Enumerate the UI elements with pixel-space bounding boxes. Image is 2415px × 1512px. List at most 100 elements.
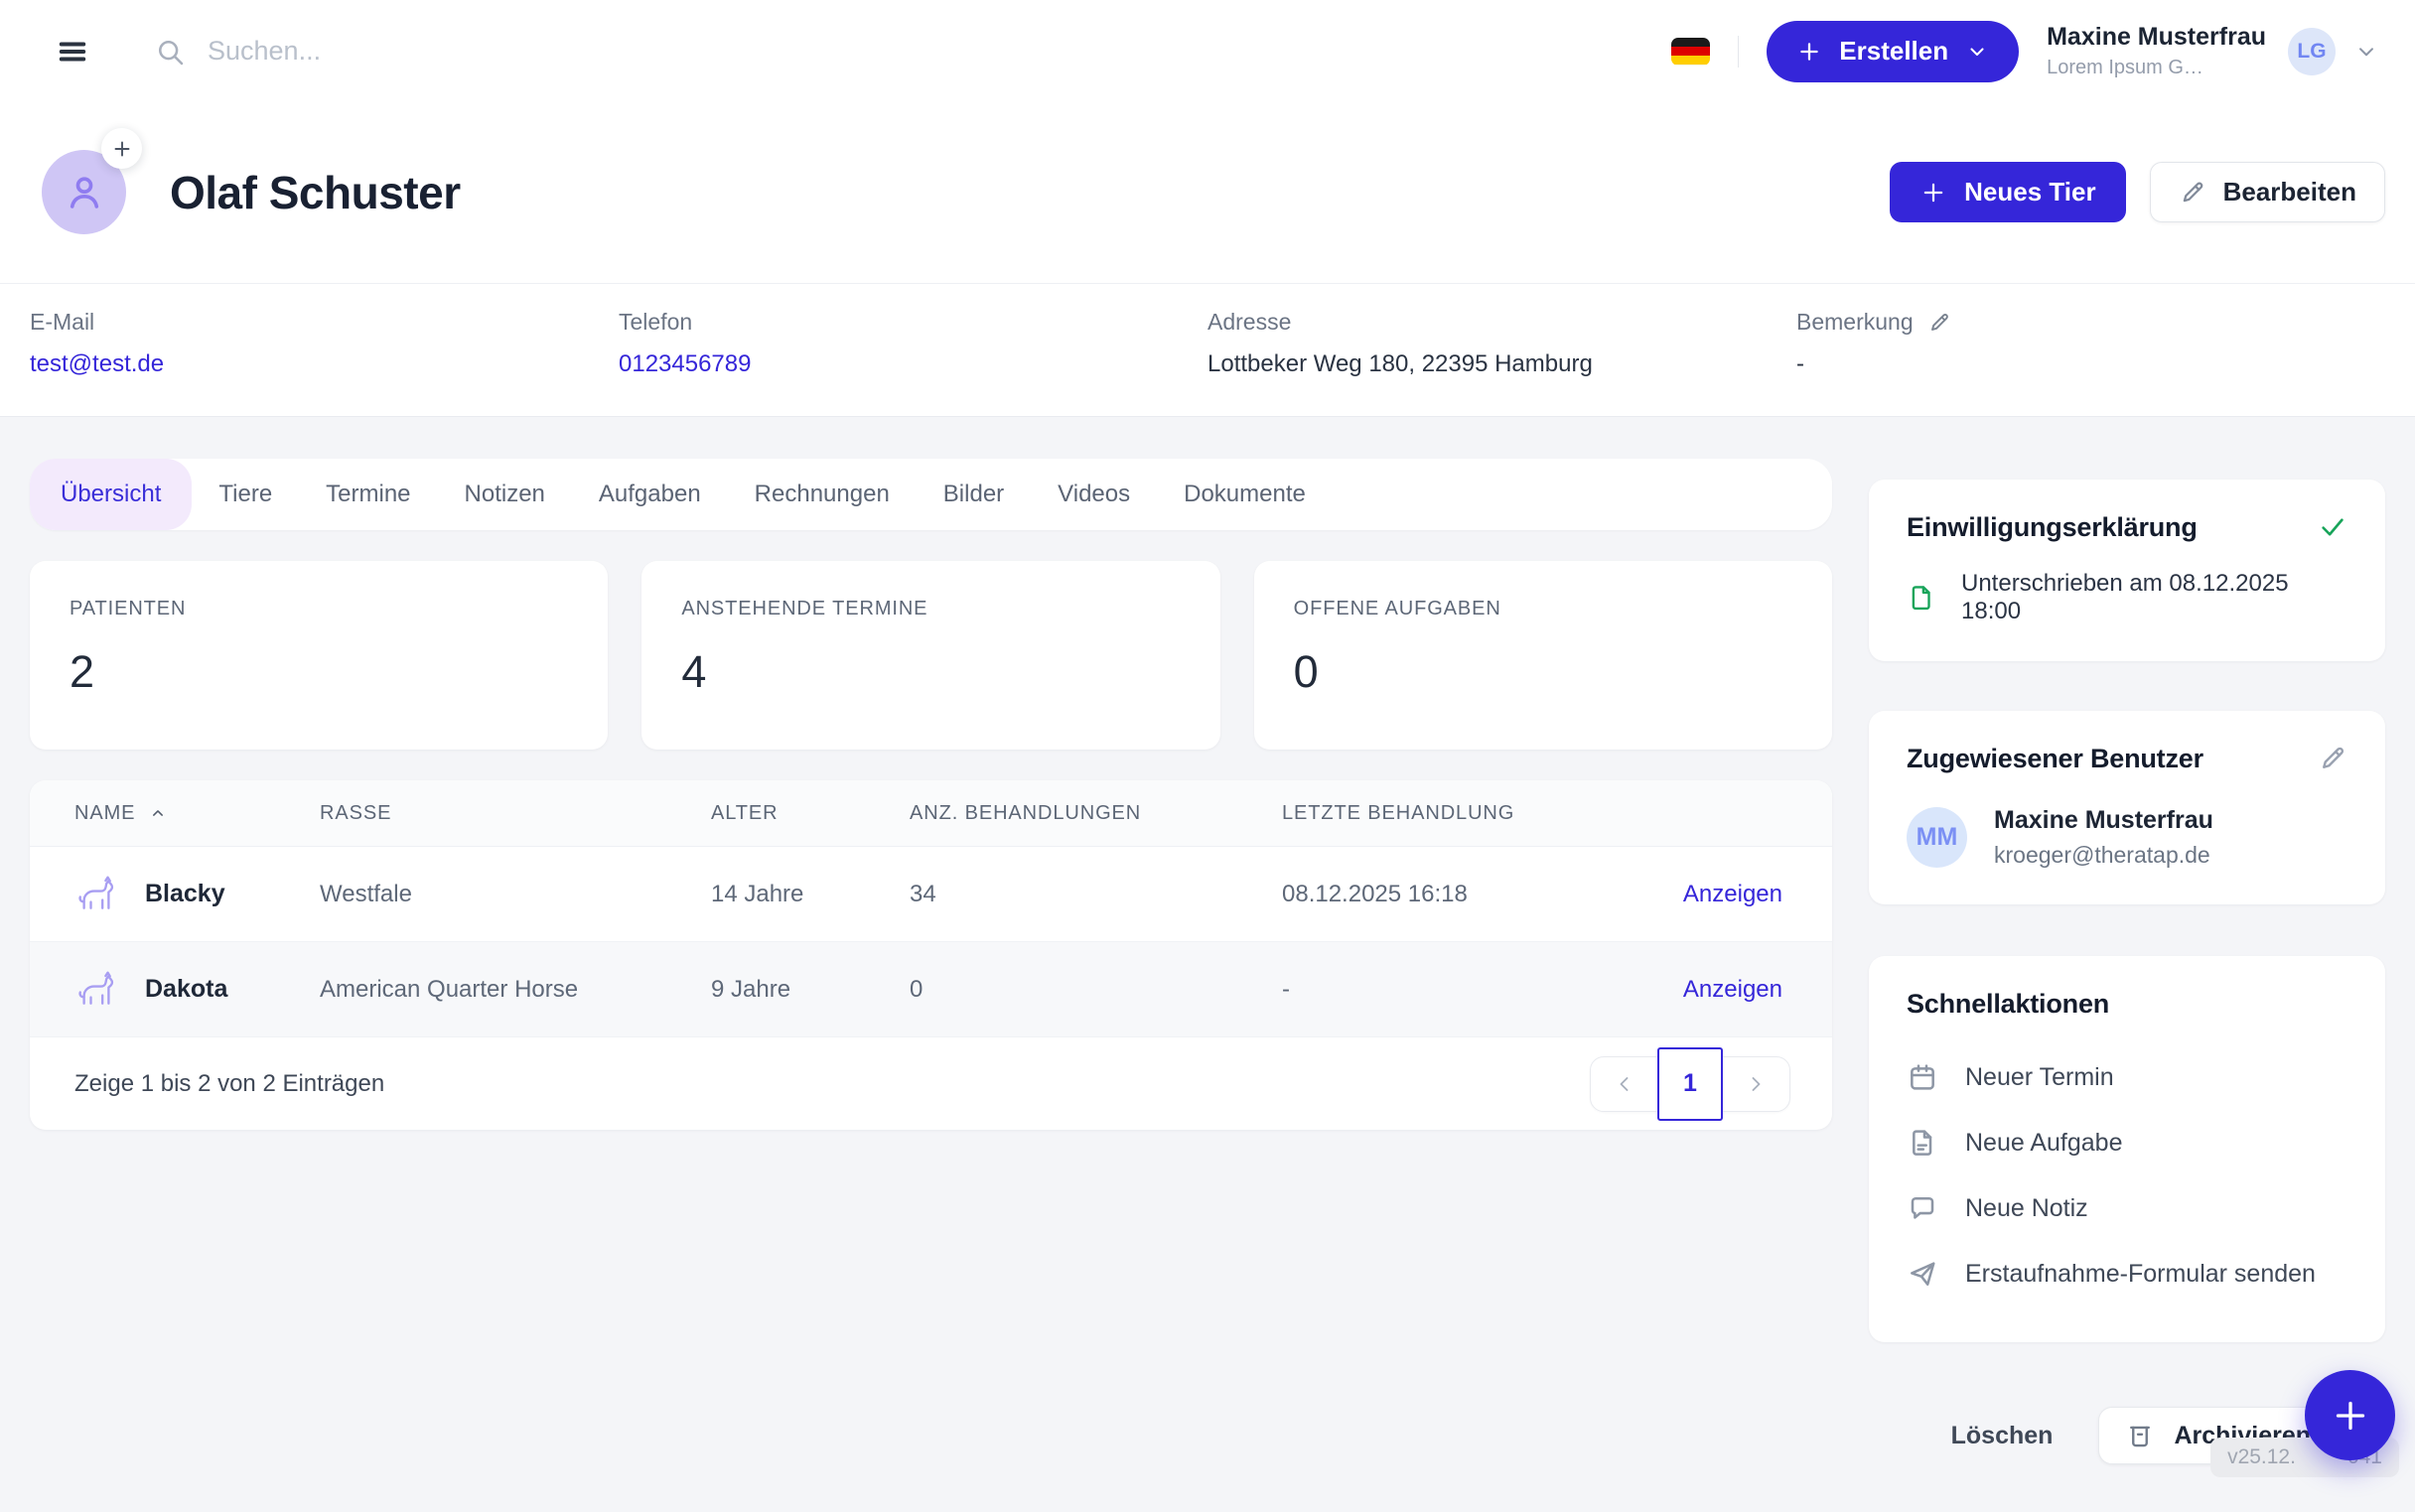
quick-action-new-note[interactable]: Neue Notiz bbox=[1907, 1175, 2347, 1241]
tab-videos[interactable]: Videos bbox=[1031, 459, 1157, 530]
chat-icon bbox=[1907, 1192, 1938, 1224]
table-row[interactable]: Dakota American Quarter Horse 9 Jahre 0 … bbox=[30, 942, 1832, 1037]
tab-rechnungen[interactable]: Rechnungen bbox=[728, 459, 917, 530]
tab-dokumente[interactable]: Dokumente bbox=[1157, 459, 1333, 530]
pencil-icon[interactable] bbox=[1927, 311, 1951, 335]
assigned-user-email: kroeger@theratap.de bbox=[1994, 842, 2213, 869]
animal-alter: 14 Jahre bbox=[711, 881, 910, 908]
pencil-icon[interactable] bbox=[2318, 744, 2347, 773]
animal-name: Blacky bbox=[145, 880, 225, 908]
menu-icon[interactable] bbox=[55, 34, 90, 69]
sort-asc-icon bbox=[148, 803, 168, 823]
consent-card: Einwilligungserklärung Unterschrieben am… bbox=[1869, 480, 2385, 661]
stat-value: 4 bbox=[681, 646, 1180, 698]
prev-page-button[interactable] bbox=[1591, 1072, 1658, 1096]
client-header-top: Olaf Schuster Neues Tier Bearbeiten bbox=[0, 102, 2415, 284]
search-bar bbox=[154, 36, 1671, 68]
contact-info: E-Mail test@test.de Telefon 0123456789 A… bbox=[0, 284, 2415, 416]
new-animal-button[interactable]: Neues Tier bbox=[1890, 162, 2125, 222]
note-value: - bbox=[1796, 350, 2385, 378]
check-icon bbox=[2318, 512, 2347, 542]
column-header-alter[interactable]: ALTER bbox=[711, 802, 910, 825]
assigned-user-card: Zugewiesener Benutzer MM Maxine Musterfr… bbox=[1869, 711, 2385, 904]
email-label: E-Mail bbox=[30, 309, 619, 336]
tab-bar: Übersicht Tiere Termine Notizen Aufgaben… bbox=[30, 459, 1832, 530]
note-label: Bemerkung bbox=[1796, 309, 1914, 336]
quick-action-new-task[interactable]: Neue Aufgabe bbox=[1907, 1110, 2347, 1175]
animal-letzte-behandlung: - bbox=[1282, 976, 1624, 1004]
phone-value[interactable]: 0123456789 bbox=[619, 350, 1208, 378]
quick-action-label: Neue Notiz bbox=[1965, 1194, 2088, 1223]
animal-rasse: Westfale bbox=[320, 881, 711, 908]
tab-aufgaben[interactable]: Aufgaben bbox=[572, 459, 728, 530]
table-header: NAME RASSE ALTER ANZ. BEHANDLUNGEN LETZT… bbox=[30, 780, 1832, 847]
horse-icon bbox=[74, 873, 118, 916]
tab-bilder[interactable]: Bilder bbox=[917, 459, 1031, 530]
chevron-down-icon[interactable] bbox=[2353, 39, 2379, 65]
column-header-behandlungen[interactable]: ANZ. BEHANDLUNGEN bbox=[910, 802, 1282, 825]
plus-icon bbox=[1796, 39, 1822, 65]
next-page-button[interactable] bbox=[1722, 1072, 1789, 1096]
column-header-name[interactable]: NAME bbox=[74, 802, 320, 825]
document-icon bbox=[1907, 1127, 1938, 1159]
assigned-user-name: Maxine Musterfrau bbox=[1994, 806, 2213, 835]
edit-button[interactable]: Bearbeiten bbox=[2150, 162, 2385, 222]
user-avatar[interactable]: LG bbox=[2288, 28, 2336, 75]
content: Übersicht Tiere Termine Notizen Aufgaben… bbox=[0, 417, 2415, 1512]
stat-patienten: PATIENTEN 2 bbox=[30, 561, 608, 750]
german-flag-icon[interactable] bbox=[1671, 38, 1710, 66]
archive-icon bbox=[2125, 1421, 2155, 1450]
phone-label: Telefon bbox=[619, 309, 1208, 336]
contact-note: Bemerkung - bbox=[1796, 309, 2385, 378]
show-animal-link[interactable]: Anzeigen bbox=[1624, 881, 1782, 908]
plus-icon bbox=[1919, 179, 1947, 206]
current-page[interactable]: 1 bbox=[1657, 1047, 1723, 1121]
column-header-rasse[interactable]: RASSE bbox=[320, 802, 711, 825]
topbar: Erstellen Maxine Musterfrau Lorem Ipsum … bbox=[0, 0, 2415, 102]
table-row[interactable]: Blacky Westfale 14 Jahre 34 08.12.2025 1… bbox=[30, 847, 1832, 942]
pagination-summary: Zeige 1 bis 2 von 2 Einträgen bbox=[74, 1070, 384, 1098]
search-icon bbox=[154, 36, 186, 68]
plus-icon bbox=[2331, 1396, 2370, 1436]
tab-notizen[interactable]: Notizen bbox=[438, 459, 572, 530]
quick-action-label: Erstaufnahme-Formular senden bbox=[1965, 1260, 2316, 1289]
calendar-icon bbox=[1907, 1061, 1938, 1093]
show-animal-link[interactable]: Anzeigen bbox=[1624, 976, 1782, 1004]
floating-add-button[interactable] bbox=[2305, 1370, 2395, 1460]
tab-tiere[interactable]: Tiere bbox=[192, 459, 299, 530]
quick-action-send-intake-form[interactable]: Erstaufnahme-Formular senden bbox=[1907, 1241, 2347, 1306]
tab-uebersicht[interactable]: Übersicht bbox=[30, 459, 192, 530]
send-icon bbox=[1907, 1258, 1938, 1290]
quick-action-label: Neuer Termin bbox=[1965, 1063, 2114, 1092]
animal-behandlungen: 0 bbox=[910, 976, 1282, 1004]
client-avatar bbox=[42, 150, 126, 234]
assigned-user-avatar: MM bbox=[1907, 807, 1967, 868]
animal-letzte-behandlung: 08.12.2025 16:18 bbox=[1282, 881, 1624, 908]
stats-row: PATIENTEN 2 ANSTEHENDE TERMINE 4 OFFENE … bbox=[30, 561, 1832, 750]
quick-actions-card: Schnellaktionen Neuer Termin Neue Aufgab… bbox=[1869, 956, 2385, 1342]
animal-alter: 9 Jahre bbox=[711, 976, 910, 1004]
email-value[interactable]: test@test.de bbox=[30, 350, 619, 378]
stat-offene-aufgaben: OFFENE AUFGABEN 0 bbox=[1254, 561, 1832, 750]
record-actions: Löschen Archivieren v25.12. 041 bbox=[1869, 1384, 2385, 1487]
quick-action-new-appointment[interactable]: Neuer Termin bbox=[1907, 1044, 2347, 1110]
add-photo-button[interactable] bbox=[101, 128, 142, 169]
topbar-user-name: Maxine Musterfrau bbox=[2047, 23, 2266, 52]
create-button[interactable]: Erstellen bbox=[1767, 21, 2019, 82]
address-label: Adresse bbox=[1208, 309, 1796, 336]
topbar-user[interactable]: Maxine Musterfrau Lorem Ipsum G… bbox=[2047, 23, 2266, 79]
search-input[interactable] bbox=[208, 36, 764, 67]
table-footer: Zeige 1 bis 2 von 2 Einträgen 1 bbox=[30, 1037, 1832, 1130]
chevron-left-icon bbox=[1613, 1072, 1636, 1096]
stat-value: 0 bbox=[1294, 646, 1792, 698]
column-header-letzte-behandlung[interactable]: LETZTE BEHANDLUNG bbox=[1282, 802, 1624, 825]
delete-button[interactable]: Löschen bbox=[1951, 1422, 2054, 1450]
consent-title: Einwilligungserklärung bbox=[1907, 512, 2198, 543]
consent-status-text: Unterschrieben am 08.12.2025 18:00 bbox=[1961, 570, 2347, 625]
topbar-divider bbox=[1738, 36, 1739, 68]
quick-actions-title: Schnellaktionen bbox=[1907, 989, 2347, 1020]
tab-termine[interactable]: Termine bbox=[299, 459, 437, 530]
sidebar: Einwilligungserklärung Unterschrieben am… bbox=[1869, 459, 2385, 1487]
animals-table: NAME RASSE ALTER ANZ. BEHANDLUNGEN LETZT… bbox=[30, 780, 1832, 1130]
animal-name: Dakota bbox=[145, 975, 227, 1004]
